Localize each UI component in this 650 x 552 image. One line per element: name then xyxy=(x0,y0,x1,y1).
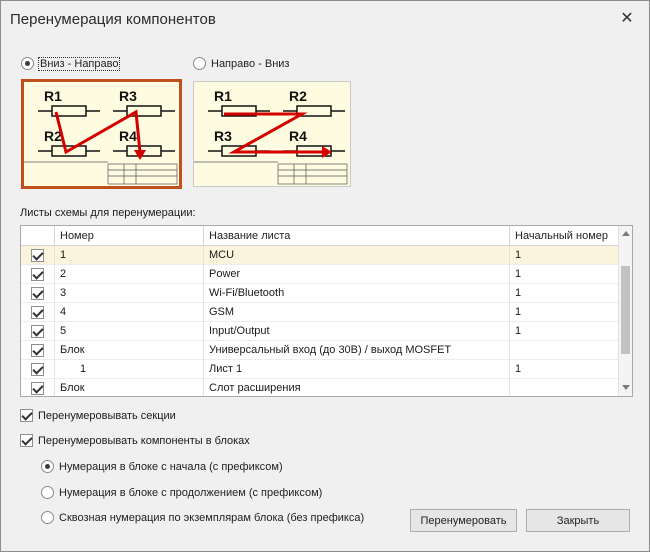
row-number: Блок xyxy=(55,341,204,360)
label-r1: R1 xyxy=(44,88,62,104)
radio-dot-icon xyxy=(41,460,54,473)
label-r2: R2 xyxy=(289,88,307,104)
table-row[interactable]: Блок Слот расширения xyxy=(21,379,619,396)
radio-dot-icon xyxy=(193,57,206,70)
row-checkbox[interactable] xyxy=(31,344,44,357)
row-checkbox[interactable] xyxy=(31,268,44,281)
row-name: Power xyxy=(204,265,510,284)
schematic-preview-icon: R1 R3 R2 R4 xyxy=(24,88,178,185)
row-checkbox[interactable] xyxy=(31,325,44,338)
checkbox-icon xyxy=(20,409,33,422)
label-r3: R3 xyxy=(214,128,232,144)
row-name: Input/Output xyxy=(204,322,510,341)
table-row[interactable]: 5 Input/Output 1 xyxy=(21,322,619,341)
sheets-table: Номер Название листа Начальный номер 1 M… xyxy=(20,225,633,397)
radio-dot-icon xyxy=(41,511,54,524)
row-name: Лист 1 xyxy=(204,360,510,379)
table-scrollbar[interactable] xyxy=(618,226,632,396)
radio-block-through-label: Сквозная нумерация по экземплярам блока … xyxy=(59,511,365,524)
row-name: Wi-Fi/Bluetooth xyxy=(204,284,510,303)
row-number: 1 xyxy=(55,360,204,379)
radio-right-down[interactable]: Направо - Вниз xyxy=(193,57,289,70)
sheets-label: Листы схемы для перенумерации: xyxy=(20,207,196,219)
radio-block-through[interactable]: Сквозная нумерация по экземплярам блока … xyxy=(41,511,364,524)
row-name: GSM xyxy=(204,303,510,322)
row-number: Блок xyxy=(55,379,204,396)
row-number: 3 xyxy=(55,284,204,303)
row-start[interactable]: 1 xyxy=(510,246,619,265)
renumber-in-blocks-label: Перенумеровывать компоненты в блоках xyxy=(38,434,250,447)
radio-down-right[interactable]: Вниз - Направо xyxy=(21,56,121,71)
table-row[interactable]: 3 Wi-Fi/Bluetooth 1 xyxy=(21,284,619,303)
close-icon[interactable]: ✕ xyxy=(619,11,635,27)
table-header: Номер Название листа Начальный номер xyxy=(21,226,619,246)
row-checkbox[interactable] xyxy=(31,249,44,262)
label-r4: R4 xyxy=(289,128,307,144)
row-number: 4 xyxy=(55,303,204,322)
row-number: 2 xyxy=(55,265,204,284)
renumber-sections-checkbox[interactable]: Перенумеровывать секции xyxy=(20,409,176,422)
table-row[interactable]: 2 Power 1 xyxy=(21,265,619,284)
scroll-thumb[interactable] xyxy=(621,266,630,354)
schematic-preview-icon: R1 R2 R3 R4 xyxy=(194,88,348,185)
renumber-in-blocks-checkbox[interactable]: Перенумеровывать компоненты в блоках xyxy=(20,434,250,447)
title-bar: Перенумерация компонентов ✕ xyxy=(1,1,649,39)
radio-dot-icon xyxy=(41,486,54,499)
row-start[interactable]: 1 xyxy=(510,303,619,322)
header-check xyxy=(21,226,55,246)
radio-block-continue[interactable]: Нумерация в блоке с продолжением (с преф… xyxy=(41,486,322,499)
radio-block-from-start-label: Нумерация в блоке с начала (с префиксом) xyxy=(59,460,283,473)
row-start[interactable]: 1 xyxy=(510,360,619,379)
renumber-dialog: Перенумерация компонентов ✕ Вниз - Напра… xyxy=(0,0,650,552)
scroll-up-icon[interactable] xyxy=(622,231,630,236)
row-checkbox[interactable] xyxy=(31,306,44,319)
row-name: Слот расширения xyxy=(204,379,510,396)
radio-block-continue-label: Нумерация в блоке с продолжением (с преф… xyxy=(59,486,323,499)
row-checkbox[interactable] xyxy=(31,287,44,300)
header-start[interactable]: Начальный номер xyxy=(510,226,619,246)
renumber-button[interactable]: Перенумеровать xyxy=(410,509,517,532)
row-name: MCU xyxy=(204,246,510,265)
row-checkbox[interactable] xyxy=(31,382,44,395)
table-row[interactable]: 4 GSM 1 xyxy=(21,303,619,322)
preview-right-down[interactable]: R1 R2 R3 R4 xyxy=(193,81,351,187)
scroll-down-icon[interactable] xyxy=(622,385,630,390)
row-start[interactable]: 1 xyxy=(510,322,619,341)
header-name[interactable]: Название листа xyxy=(204,226,510,246)
radio-block-from-start[interactable]: Нумерация в блоке с начала (с префиксом) xyxy=(41,460,283,473)
row-start[interactable] xyxy=(510,341,619,360)
close-button[interactable]: Закрыть xyxy=(526,509,630,532)
label-r4: R4 xyxy=(119,128,137,144)
radio-dot-icon xyxy=(21,57,34,70)
radio-down-right-label: Вниз - Направо xyxy=(37,56,121,71)
preview-down-right[interactable]: R1 R3 R2 R4 xyxy=(21,79,182,189)
dialog-title: Перенумерация компонентов xyxy=(10,11,216,28)
checkbox-icon xyxy=(20,434,33,447)
label-r1: R1 xyxy=(214,88,232,104)
row-start[interactable]: 1 xyxy=(510,265,619,284)
row-number: 5 xyxy=(55,322,204,341)
radio-right-down-label: Направо - Вниз xyxy=(211,57,290,70)
table-row[interactable]: 1 Лист 1 1 xyxy=(21,360,619,379)
table-row[interactable]: 1 MCU 1 xyxy=(21,246,619,265)
row-start[interactable] xyxy=(510,379,619,396)
row-name: Универсальный вход (до 30В) / выход MOSF… xyxy=(204,341,510,360)
row-checkbox[interactable] xyxy=(31,363,44,376)
row-number: 1 xyxy=(55,246,204,265)
row-start[interactable]: 1 xyxy=(510,284,619,303)
renumber-sections-label: Перенумеровывать секции xyxy=(38,409,176,422)
header-number[interactable]: Номер xyxy=(55,226,204,246)
table-row[interactable]: Блок Универсальный вход (до 30В) / выход… xyxy=(21,341,619,360)
label-r3: R3 xyxy=(119,88,137,104)
